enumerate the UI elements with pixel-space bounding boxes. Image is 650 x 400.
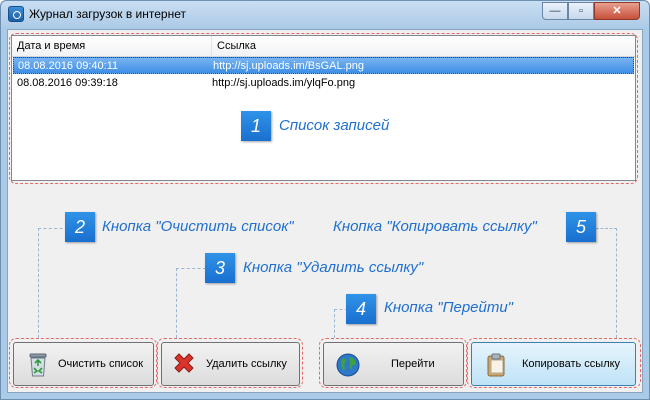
annotation-label-3: Кнопка "Удалить ссылку" bbox=[243, 259, 424, 276]
camera-icon bbox=[8, 6, 24, 22]
close-button[interactable]: ✕ bbox=[594, 2, 640, 20]
go-label: Перейти bbox=[391, 358, 435, 370]
annotation-badge-1: 1 bbox=[241, 111, 271, 141]
copy-link-label: Копировать ссылку bbox=[522, 358, 621, 370]
window-title: Журнал загрузок в интернет bbox=[29, 7, 186, 21]
clipboard-icon bbox=[487, 353, 505, 377]
clear-list-button[interactable]: Очистить список bbox=[13, 342, 154, 386]
red-x-icon bbox=[174, 353, 194, 373]
connector-4 bbox=[334, 309, 335, 338]
annotation-label-2: Кнопка "Очистить список" bbox=[102, 218, 294, 235]
annotation-badge-3: 3 bbox=[205, 253, 235, 283]
recycle-bin-icon bbox=[29, 353, 47, 377]
annotation-label-1: Список записей bbox=[279, 117, 390, 134]
annotation-badge-5: 5 bbox=[566, 212, 596, 242]
minimize-button[interactable]: — bbox=[542, 2, 568, 20]
connector-3 bbox=[176, 268, 206, 269]
connector-2 bbox=[38, 228, 68, 229]
annotation-label-4: Кнопка "Перейти" bbox=[384, 299, 514, 316]
title-bar[interactable]: Журнал загрузок в интернет — ▫ ✕ bbox=[1, 1, 649, 27]
delete-link-button[interactable]: Удалить ссылку bbox=[161, 342, 300, 386]
maximize-button[interactable]: ▫ bbox=[568, 2, 594, 20]
highlight-list bbox=[9, 33, 638, 184]
connector-2 bbox=[38, 228, 39, 338]
globe-icon bbox=[336, 353, 360, 377]
annotation-label-5: Кнопка "Копировать ссылку" bbox=[333, 218, 537, 235]
annotation-badge-2: 2 bbox=[65, 212, 95, 242]
delete-link-label: Удалить ссылку bbox=[206, 358, 287, 370]
copy-link-button[interactable]: Копировать ссылку bbox=[471, 342, 636, 386]
connector-5 bbox=[616, 228, 617, 338]
annotation-badge-4: 4 bbox=[346, 294, 376, 324]
go-button[interactable]: Перейти bbox=[323, 342, 464, 386]
connector-5 bbox=[596, 228, 617, 229]
connector-3 bbox=[176, 268, 177, 338]
clear-list-label: Очистить список bbox=[58, 358, 144, 370]
